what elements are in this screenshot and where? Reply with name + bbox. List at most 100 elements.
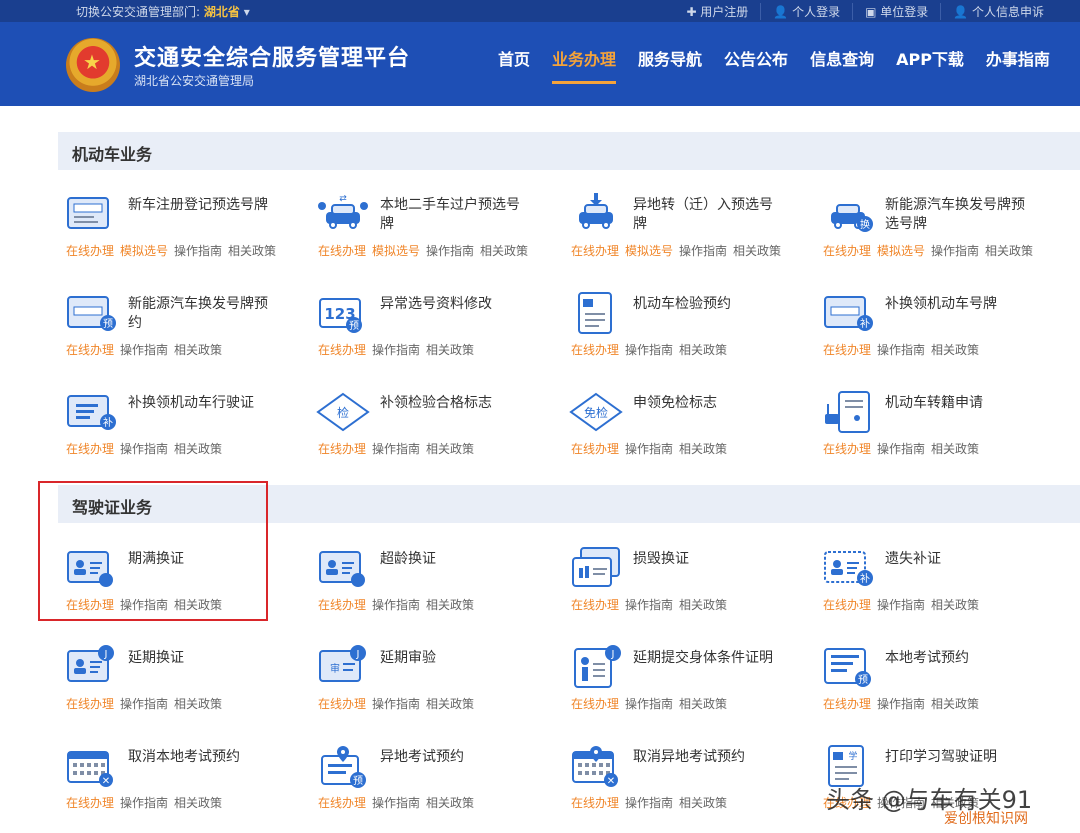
license-service-card[interactable]: 审 J 延期审验 在线办理 操作指南 相关政策: [310, 639, 560, 719]
license-service-card[interactable]: 预 本地考试预约 在线办理 操作指南 相关政策: [815, 639, 1065, 719]
online-handle-link[interactable]: 在线办理: [318, 598, 366, 612]
vehicle-service-card[interactable]: 预 新能源汽车换发号牌预约 在线办理 操作指南 相关政策: [58, 285, 308, 365]
operation-guide-link[interactable]: 操作指南: [120, 796, 168, 810]
related-policy-link[interactable]: 相关政策: [679, 343, 727, 357]
operation-guide-link[interactable]: 操作指南: [120, 442, 168, 456]
operation-guide-link[interactable]: 操作指南: [625, 442, 673, 456]
vehicle-service-card[interactable]: ⇄ 本地二手车过户预选号牌 在线办理 模拟选号 操作指南 相关政策: [310, 186, 560, 266]
related-policy-link[interactable]: 相关政策: [679, 442, 727, 456]
operation-guide-link[interactable]: 操作指南: [877, 343, 925, 357]
operation-guide-link[interactable]: 操作指南: [877, 697, 925, 711]
related-policy-link[interactable]: 相关政策: [679, 697, 727, 711]
unit-login-link[interactable]: ▣ 单位登录: [852, 3, 940, 20]
register-link[interactable]: ✚ 用户注册: [674, 3, 760, 20]
license-service-card[interactable]: J 延期提交身体条件证明 在线办理 操作指南 相关政策: [563, 639, 813, 719]
online-handle-link[interactable]: 在线办理: [571, 343, 619, 357]
license-service-title[interactable]: 取消本地考试预约: [128, 748, 268, 767]
related-policy-link[interactable]: 相关政策: [679, 598, 727, 612]
license-service-title[interactable]: 遗失补证: [885, 550, 1025, 569]
license-service-card[interactable]: 损毁换证 在线办理 操作指南 相关政策: [563, 540, 813, 620]
vehicle-service-title[interactable]: 异常选号资料修改: [380, 295, 520, 314]
simulate-number-link[interactable]: 模拟选号: [625, 244, 673, 258]
related-policy-link[interactable]: 相关政策: [426, 697, 474, 711]
online-handle-link[interactable]: 在线办理: [66, 796, 114, 810]
license-service-title[interactable]: 延期换证: [128, 649, 268, 668]
related-policy-link[interactable]: 相关政策: [174, 442, 222, 456]
nav-business[interactable]: 业务办理: [552, 46, 617, 84]
vehicle-service-title[interactable]: 异地转（迁）入预选号牌: [633, 196, 773, 234]
related-policy-link[interactable]: 相关政策: [931, 598, 979, 612]
online-handle-link[interactable]: 在线办理: [823, 442, 871, 456]
online-handle-link[interactable]: 在线办理: [823, 697, 871, 711]
vehicle-service-card[interactable]: 检 补领检验合格标志 在线办理 操作指南 相关政策: [310, 384, 560, 464]
operation-guide-link[interactable]: 操作指南: [120, 697, 168, 711]
related-policy-link[interactable]: 相关政策: [174, 796, 222, 810]
related-policy-link[interactable]: 相关政策: [679, 796, 727, 810]
nav-app-download[interactable]: APP下载: [896, 46, 964, 84]
online-handle-link[interactable]: 在线办理: [318, 697, 366, 711]
online-handle-link[interactable]: 在线办理: [571, 244, 619, 258]
operation-guide-link[interactable]: 操作指南: [625, 697, 673, 711]
license-service-card[interactable]: J 延期换证 在线办理 操作指南 相关政策: [58, 639, 308, 719]
chevron-down-icon[interactable]: ▾: [244, 5, 250, 19]
vehicle-service-card[interactable]: 123 预异常选号资料修改 在线办理 操作指南 相关政策: [310, 285, 560, 365]
related-policy-link[interactable]: 相关政策: [426, 598, 474, 612]
online-handle-link[interactable]: 在线办理: [571, 442, 619, 456]
vehicle-service-title[interactable]: 机动车转籍申请: [885, 394, 1025, 413]
related-policy-link[interactable]: 相关政策: [985, 244, 1033, 258]
related-policy-link[interactable]: 相关政策: [426, 343, 474, 357]
online-handle-link[interactable]: 在线办理: [823, 343, 871, 357]
nav-service-guide[interactable]: 服务导航: [638, 46, 702, 84]
related-policy-link[interactable]: 相关政策: [426, 442, 474, 456]
online-handle-link[interactable]: 在线办理: [823, 598, 871, 612]
vehicle-service-title[interactable]: 机动车检验预约: [633, 295, 773, 314]
vehicle-service-title[interactable]: 补换领机动车号牌: [885, 295, 1025, 314]
simulate-number-link[interactable]: 模拟选号: [372, 244, 420, 258]
related-policy-link[interactable]: 相关政策: [733, 244, 781, 258]
operation-guide-link[interactable]: 操作指南: [679, 244, 727, 258]
license-service-title[interactable]: 延期提交身体条件证明: [633, 649, 773, 668]
operation-guide-link[interactable]: 操作指南: [625, 796, 673, 810]
vehicle-service-card[interactable]: 异地转（迁）入预选号牌 在线办理 模拟选号 操作指南 相关政策: [563, 186, 813, 266]
online-handle-link[interactable]: 在线办理: [318, 796, 366, 810]
vehicle-service-card[interactable]: 机动车检验预约 在线办理 操作指南 相关政策: [563, 285, 813, 365]
vehicle-service-title[interactable]: 新能源汽车换发号牌预选号牌: [885, 196, 1025, 234]
online-handle-link[interactable]: 在线办理: [571, 796, 619, 810]
vehicle-service-card[interactable]: 免检 申领免检标志 在线办理 操作指南 相关政策: [563, 384, 813, 464]
related-policy-link[interactable]: 相关政策: [174, 697, 222, 711]
nav-announcements[interactable]: 公告公布: [724, 46, 788, 84]
license-service-title[interactable]: 取消异地考试预约: [633, 748, 773, 767]
license-service-card[interactable]: 预 异地考试预约 在线办理 操作指南 相关政策: [310, 738, 560, 818]
vehicle-service-title[interactable]: 新车注册登记预选号牌: [128, 196, 268, 215]
vehicle-service-title[interactable]: 申领免检标志: [633, 394, 773, 413]
license-service-title[interactable]: 延期审验: [380, 649, 520, 668]
license-service-card[interactable]: 超龄换证 在线办理 操作指南 相关政策: [310, 540, 560, 620]
nav-info-query[interactable]: 信息查询: [810, 46, 874, 84]
related-policy-link[interactable]: 相关政策: [174, 343, 222, 357]
related-policy-link[interactable]: 相关政策: [228, 244, 276, 258]
online-handle-link[interactable]: 在线办理: [66, 442, 114, 456]
operation-guide-link[interactable]: 操作指南: [174, 244, 222, 258]
operation-guide-link[interactable]: 操作指南: [877, 598, 925, 612]
operation-guide-link[interactable]: 操作指南: [372, 598, 420, 612]
operation-guide-link[interactable]: 操作指南: [877, 442, 925, 456]
license-service-card[interactable]: 补 遗失补证 在线办理 操作指南 相关政策: [815, 540, 1065, 620]
license-service-card[interactable]: ✕ 取消本地考试预约 在线办理 操作指南 相关政策: [58, 738, 308, 818]
online-handle-link[interactable]: 在线办理: [318, 343, 366, 357]
operation-guide-link[interactable]: 操作指南: [372, 343, 420, 357]
vehicle-service-card[interactable]: 补 补换领机动车行驶证 在线办理 操作指南 相关政策: [58, 384, 308, 464]
related-policy-link[interactable]: 相关政策: [931, 343, 979, 357]
vehicle-service-title[interactable]: 新能源汽车换发号牌预约: [128, 295, 268, 333]
license-service-title[interactable]: 异地考试预约: [380, 748, 520, 767]
online-handle-link[interactable]: 在线办理: [318, 244, 366, 258]
online-handle-link[interactable]: 在线办理: [66, 343, 114, 357]
vehicle-service-title[interactable]: 本地二手车过户预选号牌: [380, 196, 520, 234]
simulate-number-link[interactable]: 模拟选号: [120, 244, 168, 258]
online-handle-link[interactable]: 在线办理: [318, 442, 366, 456]
operation-guide-link[interactable]: 操作指南: [426, 244, 474, 258]
online-handle-link[interactable]: 在线办理: [571, 598, 619, 612]
vehicle-service-card[interactable]: 新车注册登记预选号牌 在线办理 模拟选号 操作指南 相关政策: [58, 186, 308, 266]
personal-login-link[interactable]: 👤 个人登录: [760, 3, 852, 20]
vehicle-service-card[interactable]: 机动车转籍申请 在线办理 操作指南 相关政策: [815, 384, 1065, 464]
vehicle-service-title[interactable]: 补领检验合格标志: [380, 394, 520, 413]
